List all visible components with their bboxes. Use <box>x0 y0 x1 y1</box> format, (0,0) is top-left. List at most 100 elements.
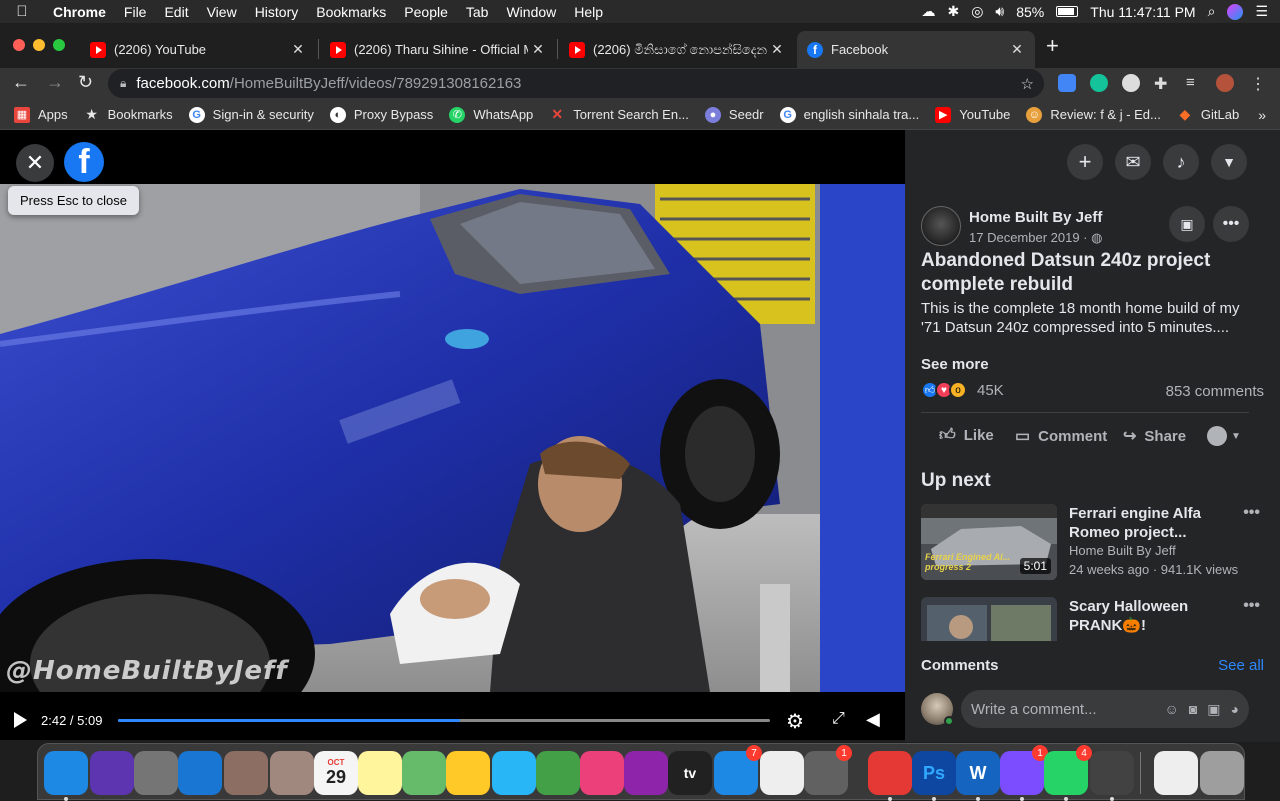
messenger-icon[interactable]: ✉ <box>1115 144 1151 180</box>
volume-icon[interactable]: 🔊︎ <box>995 3 1004 20</box>
forward-arrow-icon[interactable]: → <box>46 72 64 93</box>
bookmark-youtube[interactable]: ▶ YouTube <box>935 106 1010 123</box>
creative-cloud-icon[interactable]: ☁ <box>921 3 935 20</box>
bookmark-proxy-bypass[interactable]: ◐ Proxy Bypass <box>329 106 433 123</box>
menu-tab[interactable]: Tab <box>457 4 498 20</box>
bookmark-whatsapp[interactable]: ✆ WhatsApp <box>449 106 533 123</box>
up-next-title[interactable]: Ferrari engine Alfa Romeo project... <box>1069 504 1239 542</box>
dock-safari-icon[interactable] <box>178 751 222 795</box>
play-icon[interactable] <box>14 712 27 728</box>
dock-preview-icon[interactable] <box>224 751 268 795</box>
menu-bookmarks[interactable]: Bookmarks <box>307 4 395 20</box>
video-thumbnail[interactable]: Ferrari Engined Al... progress 2 5:01 <box>921 504 1057 580</box>
up-next-title[interactable]: Scary Halloween PRANK🎃! <box>1069 597 1239 635</box>
dock-app-store-icon[interactable]: 7 <box>714 745 762 795</box>
battery-percent[interactable]: 85% <box>1016 4 1044 20</box>
dock-trash-icon[interactable] <box>1200 751 1244 795</box>
window-zoom-button[interactable] <box>53 39 65 51</box>
video-frame[interactable]: @HomeBuiltByJeff <box>0 184 905 692</box>
chrome-menu-icon[interactable]: ⋮ <box>1250 74 1268 93</box>
dock-system-preferences-icon[interactable]: 1 <box>804 745 852 795</box>
extension-icon[interactable] <box>1122 74 1140 92</box>
dock-maps-icon[interactable] <box>402 751 446 795</box>
dock-music-icon[interactable] <box>580 751 624 795</box>
dock-photos-icon[interactable] <box>446 751 490 795</box>
media-queue-icon[interactable]: ≡ <box>1186 74 1204 92</box>
dock-finder-icon[interactable] <box>44 751 88 801</box>
more-bookmarks-chevron-icon[interactable]: » <box>1258 107 1266 123</box>
dock-podcasts-icon[interactable] <box>624 751 668 795</box>
volume-icon[interactable]: ◀ <box>866 709 880 730</box>
menu-people[interactable]: People <box>395 4 457 20</box>
dock-launchpad-icon[interactable] <box>134 751 178 795</box>
dock-facetime-icon[interactable] <box>536 751 580 795</box>
account-menu-chevron-icon[interactable]: ▼ <box>1211 144 1247 180</box>
comment-input[interactable]: Write a comment... ☺ ◙ ▣ ◕ <box>961 690 1249 728</box>
tab-facebook[interactable]: f Facebook ✕ <box>797 31 1035 68</box>
bookmark-english-sinhala[interactable]: Genglish sinhala tra... <box>779 106 919 123</box>
dock-quicktime-icon[interactable] <box>1090 751 1134 801</box>
bookmark-gitlab[interactable]: ◆ GitLab <box>1177 106 1240 123</box>
my-avatar[interactable] <box>921 693 954 726</box>
video-progress-bar[interactable] <box>118 719 770 722</box>
facebook-logo-icon[interactable]: f <box>64 142 104 182</box>
menu-view[interactable]: View <box>198 4 246 20</box>
sticker-icon[interactable]: ◕ <box>1231 701 1239 718</box>
grammarly-icon[interactable] <box>1090 74 1108 92</box>
up-next-item[interactable]: Scary Halloween PRANK🎃! ••• <box>921 597 1266 641</box>
notification-center-icon[interactable]: ☰ <box>1255 3 1268 20</box>
emoji-icon[interactable]: ☺ <box>1165 701 1179 718</box>
new-tab-button[interactable]: + <box>1046 33 1059 59</box>
bookmark-review[interactable]: ☺ Review: f & j - Ed... <box>1026 106 1161 123</box>
share-button[interactable]: ↪ Share <box>1123 426 1186 446</box>
spotlight-search-icon[interactable]: ⌕ <box>1208 3 1216 20</box>
dock-word-icon[interactable]: W <box>956 751 1000 801</box>
tab-sinhala-video[interactable]: (2206) මිනිසාගේ නොපන්සිදෙන කාම ✕ <box>559 31 795 68</box>
more-options-icon[interactable]: ••• <box>1213 206 1249 242</box>
reactions-summary[interactable]: 👍︎ ♥ o 45K <box>921 381 1004 399</box>
more-options-icon[interactable]: ••• <box>1243 504 1260 522</box>
see-more-link[interactable]: See more <box>921 356 989 373</box>
dock-calendar-icon[interactable]: OCT 29 <box>314 751 358 795</box>
audience-selector[interactable]: ▼ <box>1207 426 1241 446</box>
comment-button[interactable]: ▭ Comment <box>1015 426 1107 446</box>
bookmark-bookmarks[interactable]: ★ Bookmarks <box>84 106 172 123</box>
bookmark-torrent-search[interactable]: ✕ Torrent Search En... <box>549 106 689 123</box>
post-author[interactable]: Home Built By Jeff <box>969 209 1102 226</box>
bookmark-seedr[interactable]: ● Seedr <box>704 106 764 123</box>
bookmark-apps[interactable]: ▦ Apps <box>14 106 68 123</box>
like-button[interactable]: 👍︎ Like <box>939 426 994 445</box>
post-date[interactable]: 17 December 2019 · ◍ <box>969 230 1102 246</box>
comments-count[interactable]: 853 comments <box>1166 383 1264 400</box>
more-options-icon[interactable]: ••• <box>1243 597 1260 615</box>
gif-icon[interactable]: ▣ <box>1207 701 1220 718</box>
video-player[interactable]: @HomeBuiltByJeff ✕ f Press Esc to close … <box>0 130 905 740</box>
window-close-button[interactable] <box>13 39 25 51</box>
siri-icon[interactable] <box>1227 3 1244 20</box>
dock-contacts-icon[interactable] <box>270 751 314 795</box>
up-next-channel[interactable]: Home Built By Jeff <box>1069 543 1176 558</box>
bookmark-sign-in-security[interactable]: G Sign-in & security <box>188 106 314 123</box>
author-avatar[interactable] <box>921 206 961 246</box>
settings-gear-icon[interactable]: ⚙ <box>786 709 804 734</box>
profile-avatar-icon[interactable] <box>1216 74 1234 92</box>
tab-close-icon[interactable]: ✕ <box>528 41 548 58</box>
tab-tharu-sihine[interactable]: (2206) Tharu Sihine - Official M ✕ <box>320 31 556 68</box>
close-video-button[interactable]: ✕ <box>16 144 54 182</box>
address-bar[interactable]: 🔒︎ facebook.com /HomeBuiltByJeff/videos/… <box>108 69 1044 98</box>
dock-apple-tv-icon[interactable]: tv <box>668 751 712 795</box>
lock-icon[interactable]: 🔒︎ <box>120 76 126 91</box>
tab-close-icon[interactable]: ✕ <box>767 41 787 58</box>
dock-siri-icon[interactable] <box>90 751 134 795</box>
menu-window[interactable]: Window <box>497 4 565 20</box>
airplay-icon[interactable]: ◎ <box>971 3 983 20</box>
menu-help[interactable]: Help <box>565 4 612 20</box>
tab-close-icon[interactable]: ✕ <box>1007 41 1027 58</box>
up-next-item[interactable]: Ferrari Engined Al... progress 2 5:01 Fe… <box>921 504 1266 582</box>
battery-icon[interactable] <box>1056 6 1079 17</box>
notifications-bell-icon[interactable]: ♪ <box>1163 144 1199 180</box>
see-all-comments-link[interactable]: See all <box>1218 657 1264 674</box>
extensions-puzzle-icon[interactable]: ✚ <box>1154 74 1172 93</box>
dock-chrome-icon[interactable] <box>868 751 912 801</box>
dock-notes-icon[interactable] <box>358 751 402 795</box>
